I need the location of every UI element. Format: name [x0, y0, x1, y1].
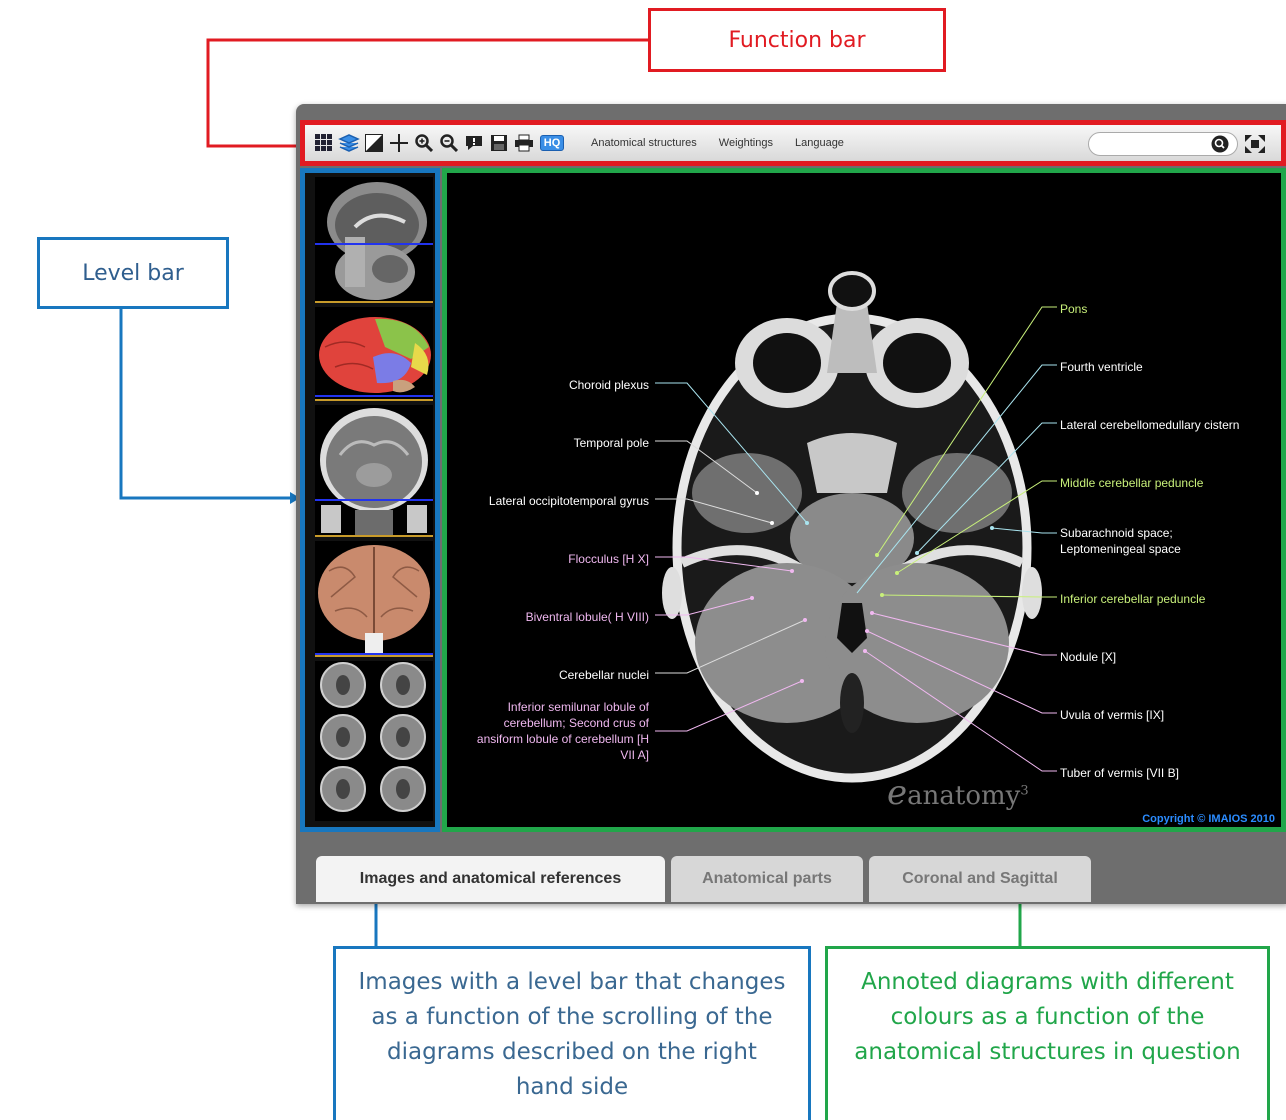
thumb-posterior-brain[interactable] [315, 541, 433, 657]
thumb-lateral-brain[interactable] [315, 307, 433, 401]
menu-language[interactable]: Language [795, 137, 844, 149]
e-anatomy-logo: eanatomy3 [887, 773, 1029, 813]
crosshair-icon[interactable] [388, 132, 410, 154]
label-fourth-ventricle: Fourth ventricle [1060, 360, 1143, 374]
save-icon[interactable] [488, 132, 510, 154]
tab-coronal-and-sagittal[interactable]: Coronal and Sagittal [869, 856, 1091, 902]
label-nodule: Nodule [X] [1060, 650, 1117, 664]
label-subarachnoid-space: Subarachnoid space; Leptomeningeal space [1060, 526, 1181, 556]
label-flocculus: Flocculus [H X] [568, 552, 649, 566]
fullscreen-icon[interactable] [1245, 135, 1265, 157]
label-inferior-semilunar-lobule: Inferior semilunar lobule of cerebellum;… [476, 700, 649, 762]
search-icon[interactable] [1211, 135, 1229, 157]
copyright-text: Copyright © IMAIOS 2010 [1142, 813, 1275, 825]
hq-label: HQ [539, 135, 565, 151]
function-bar: HQ Anatomical structures Weightings Lang… [300, 120, 1286, 166]
level-bar-callout: Level bar [37, 237, 229, 309]
label-lateral-occipitotemporal-gyrus: Lateral occipitotemporal gyrus [488, 494, 649, 508]
tab-images-and-anatomical-references[interactable]: Images and anatomical references [316, 856, 665, 902]
tab-anatomical-parts[interactable]: Anatomical parts [671, 856, 863, 902]
level-indicator [315, 653, 433, 655]
diagrams-callout: Annoted diagrams with different colours … [825, 946, 1270, 1120]
thumb-axial-series[interactable] [315, 661, 433, 821]
hq-icon[interactable]: HQ [538, 132, 566, 154]
images-callout-text: Images with a level bar that changes as … [358, 969, 786, 1100]
label-tuber-of-vermis: Tuber of vermis [VII B] [1060, 766, 1179, 780]
menu-anatomical-structures[interactable]: Anatomical structures [591, 137, 697, 149]
comment-icon[interactable] [463, 132, 485, 154]
label-inferior-cerebellar-peduncle: Inferior cerebellar peduncle [1060, 592, 1206, 606]
label-choroid-plexus: Choroid plexus [568, 378, 649, 392]
thumb-coronal-mri[interactable] [315, 405, 433, 537]
label-pons: Pons [1060, 302, 1088, 316]
label-biventral-lobule: Biventral lobule( H VIII) [525, 610, 649, 624]
label-uvula-of-vermis: Uvula of vermis [IX] [1060, 708, 1165, 722]
images-callout: Images with a level bar that changes as … [333, 946, 811, 1120]
level-indicator [315, 243, 433, 245]
layers-icon[interactable] [338, 132, 360, 154]
print-icon[interactable] [513, 132, 535, 154]
level-bar[interactable] [300, 168, 440, 832]
level-indicator [315, 395, 433, 397]
label-middle-cerebellar-peduncle: Middle cerebellar peduncle [1060, 476, 1204, 490]
zoom-out-icon[interactable] [438, 132, 460, 154]
level-bar-callout-text: Level bar [82, 260, 184, 286]
label-temporal-pole: Temporal pole [573, 436, 649, 450]
annotated-diagram-area: Choroid plexus Temporal pole Lateral occ… [442, 168, 1286, 832]
logo-text: anatomy [907, 781, 1021, 811]
menu-weightings[interactable]: Weightings [719, 137, 773, 149]
zoom-in-icon[interactable] [413, 132, 435, 154]
diagrams-callout-text: Annoted diagrams with different colours … [854, 969, 1241, 1065]
label-cerebellar-nuclei: Cerebellar nuclei [558, 668, 649, 682]
thumb-sagittal-mri[interactable] [315, 177, 433, 303]
level-indicator [315, 499, 433, 501]
grid-icon[interactable] [313, 132, 335, 154]
function-bar-callout-text: Function bar [728, 27, 866, 53]
logo-sup: 3 [1020, 783, 1029, 799]
contrast-icon[interactable] [363, 132, 385, 154]
level-bar-connector [119, 309, 294, 500]
function-bar-callout: Function bar [648, 8, 946, 72]
label-lateral-cerebellomedullary-cistern: Lateral cerebellomedullary cistern [1060, 418, 1240, 432]
